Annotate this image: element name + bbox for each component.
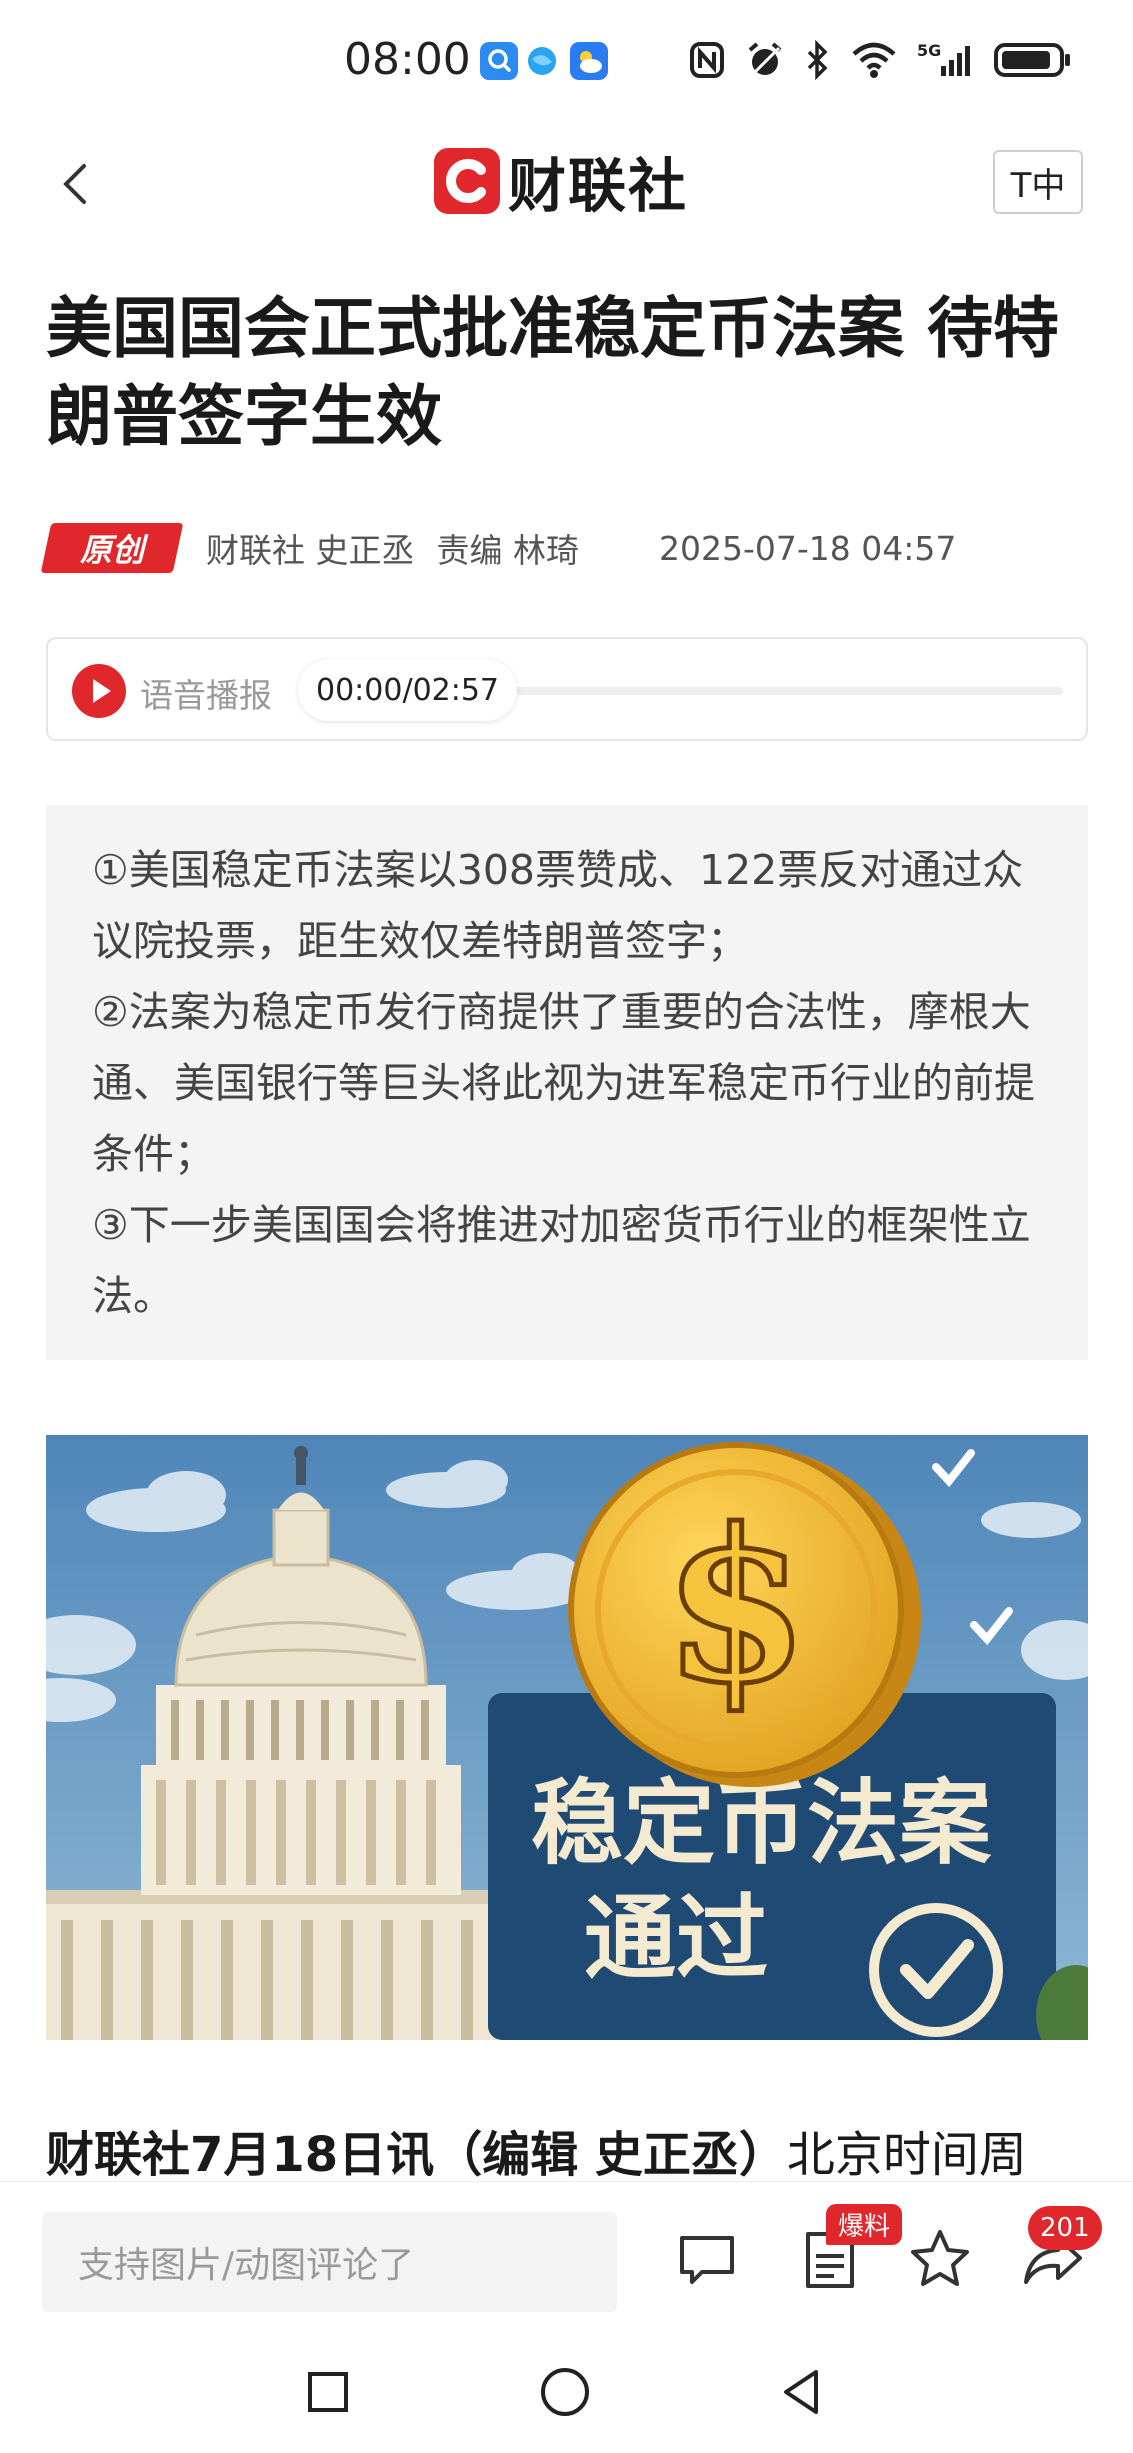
battery-icon bbox=[994, 43, 1070, 77]
baoliao-badge: 爆料 bbox=[826, 2204, 903, 2245]
comment-input[interactable]: 支持图片/动图评论了 bbox=[42, 2212, 617, 2312]
alarm-icon bbox=[748, 42, 782, 78]
article-lead: 财联社7月18日讯（编辑 史正丞）北京时间周 bbox=[46, 2120, 1106, 2190]
hero-image[interactable]: 稳定币法案 通过 $ bbox=[46, 1435, 1088, 2040]
search-app-icon bbox=[480, 42, 518, 80]
status-bar: 08:00 5G bbox=[0, 0, 1133, 120]
article-summary: ①美国稳定币法案以308票赞成、122票反对通过众议院投票，距生效仅差特朗普签字… bbox=[46, 805, 1088, 1360]
audio-time: 00:00/02:57 bbox=[298, 659, 518, 721]
audio-player: 语音播报 00:00/02:57 bbox=[46, 637, 1088, 741]
article-meta: 原创 财联社 史正丞 责编 林琦 2025-07-18 04:57 bbox=[40, 520, 1096, 576]
browser-app-icon bbox=[523, 42, 561, 80]
back-nav-button[interactable] bbox=[772, 2362, 832, 2422]
chevron-left-icon bbox=[63, 164, 86, 204]
system-nav-bar bbox=[0, 2332, 1133, 2453]
5g-signal-icon: 5G bbox=[917, 41, 970, 76]
circle-icon bbox=[541, 2368, 589, 2416]
home-button[interactable] bbox=[535, 2362, 595, 2422]
app-header: 财联社 T中 bbox=[0, 130, 1133, 235]
star-icon[interactable] bbox=[905, 2224, 975, 2294]
article-editor: 责编 林琦 bbox=[436, 531, 580, 570]
square-icon bbox=[308, 2372, 348, 2412]
nfc-icon bbox=[690, 42, 724, 78]
triangle-back-icon bbox=[784, 2370, 818, 2414]
svg-text:5G: 5G bbox=[917, 41, 941, 60]
lead-dateline: 财联社7月18日讯（编辑 史正丞） bbox=[46, 2127, 787, 2183]
logo-c-icon bbox=[434, 148, 500, 214]
bottom-action-bar: 支持图片/动图评论了 爆料 201 bbox=[0, 2182, 1133, 2332]
article-author[interactable]: 财联社 史正丞 bbox=[206, 524, 415, 572]
system-status-icons: 5G bbox=[689, 40, 1073, 80]
banner-line2: 通过 bbox=[584, 1885, 768, 1992]
comment-icon[interactable] bbox=[672, 2224, 742, 2294]
article-date: 2025-07-18 04:57 bbox=[659, 528, 957, 568]
recents-button[interactable] bbox=[298, 2362, 358, 2422]
app-logo: 财联社 bbox=[434, 146, 688, 220]
back-button[interactable] bbox=[50, 148, 110, 218]
font-size-button[interactable]: T中 bbox=[993, 150, 1083, 214]
original-badge: 原创 bbox=[40, 523, 184, 573]
article-title: 美国国会正式批准稳定币法案 待特朗普签字生效 bbox=[46, 290, 1059, 455]
logo-text: 财联社 bbox=[508, 152, 689, 220]
share-count-badge: 201 bbox=[1028, 2206, 1102, 2250]
lead-text: 北京时间周 bbox=[786, 2127, 1027, 2183]
wifi-icon bbox=[852, 42, 896, 78]
audio-label: 语音播报 bbox=[140, 676, 272, 715]
weather-app-icon bbox=[570, 42, 608, 80]
status-time: 08:00 bbox=[344, 34, 471, 85]
play-button[interactable] bbox=[72, 664, 126, 718]
summary-point: ①美国稳定币法案以308票赞成、122票反对通过众议院投票，距生效仅差特朗普签字… bbox=[92, 846, 1024, 965]
bluetooth-icon bbox=[807, 40, 828, 80]
summary-point: ③下一步美国国会将推进对加密货币行业的框架性立法。 bbox=[92, 1201, 1031, 1320]
coin-symbol: $ bbox=[663, 1483, 809, 1730]
summary-point: ②法案为稳定币发行商提供了重要的合法性，摩根大通、美国银行等巨头将此视为进军稳定… bbox=[92, 988, 1035, 1178]
